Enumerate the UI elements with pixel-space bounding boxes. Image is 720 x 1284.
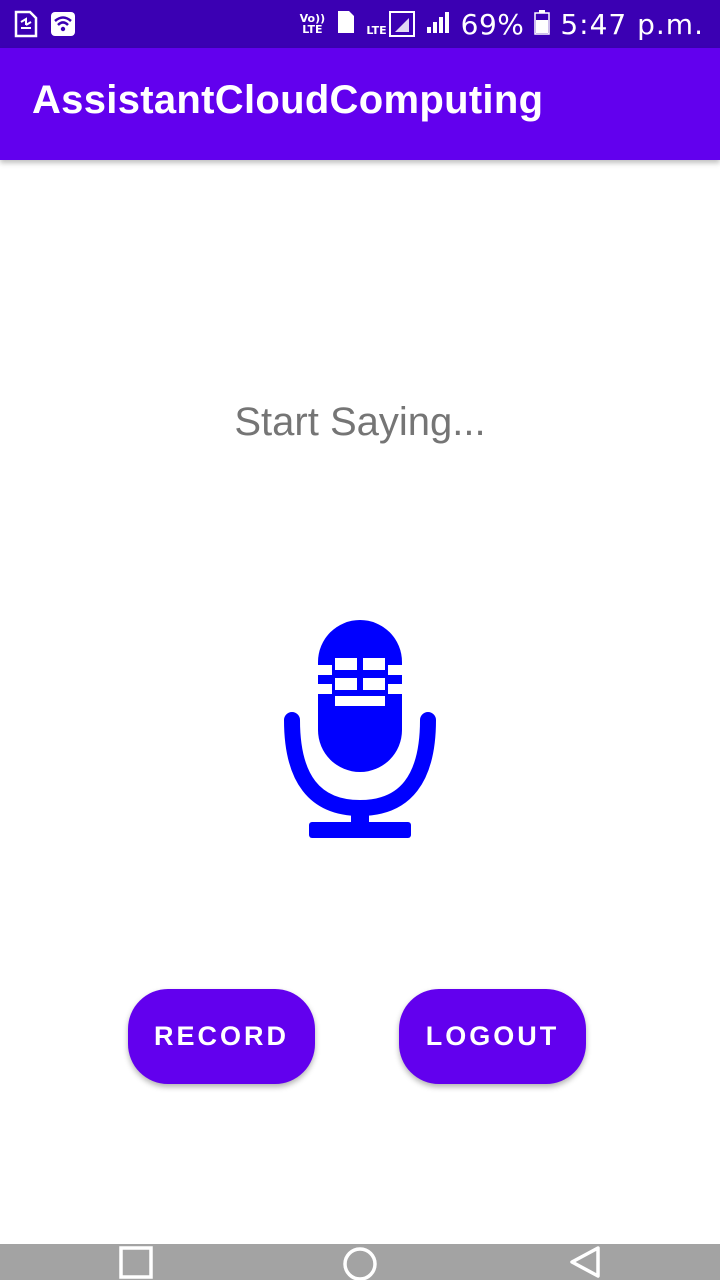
lte-signal-icon: LTE <box>366 11 415 37</box>
status-bar: Vo)) LTE LTE 69% 5:47 p.m. <box>0 0 720 48</box>
volte-icon: Vo)) LTE <box>298 13 326 35</box>
back-triangle-icon[interactable] <box>566 1244 606 1280</box>
navigation-bar <box>0 1244 720 1281</box>
battery-percent: 69% <box>460 7 525 41</box>
sim-icon <box>336 9 356 39</box>
lte-label: LTE <box>366 24 387 37</box>
sd-card-icon <box>14 10 38 42</box>
prompt-text: Start Saying... <box>234 400 486 444</box>
record-button[interactable]: RECORD <box>128 989 315 1084</box>
signal-icon <box>425 9 451 39</box>
volte-label: Vo)) LTE <box>299 12 326 36</box>
app-bar: AssistantCloudComputing <box>0 48 720 160</box>
recents-square-icon[interactable] <box>116 1244 156 1280</box>
microphone-icon[interactable] <box>280 615 440 845</box>
home-circle-icon[interactable] <box>340 1244 380 1281</box>
status-right-icons: Vo)) LTE LTE 69% 5:47 p.m. <box>298 6 704 42</box>
battery-icon <box>534 9 551 39</box>
logout-button[interactable]: LOGOUT <box>399 989 586 1084</box>
app-title: AssistantCloudComputing <box>32 78 544 122</box>
status-left-icons <box>14 10 76 42</box>
wifi-icon <box>50 11 76 41</box>
clock-time: 5:47 p.m. <box>560 7 704 41</box>
